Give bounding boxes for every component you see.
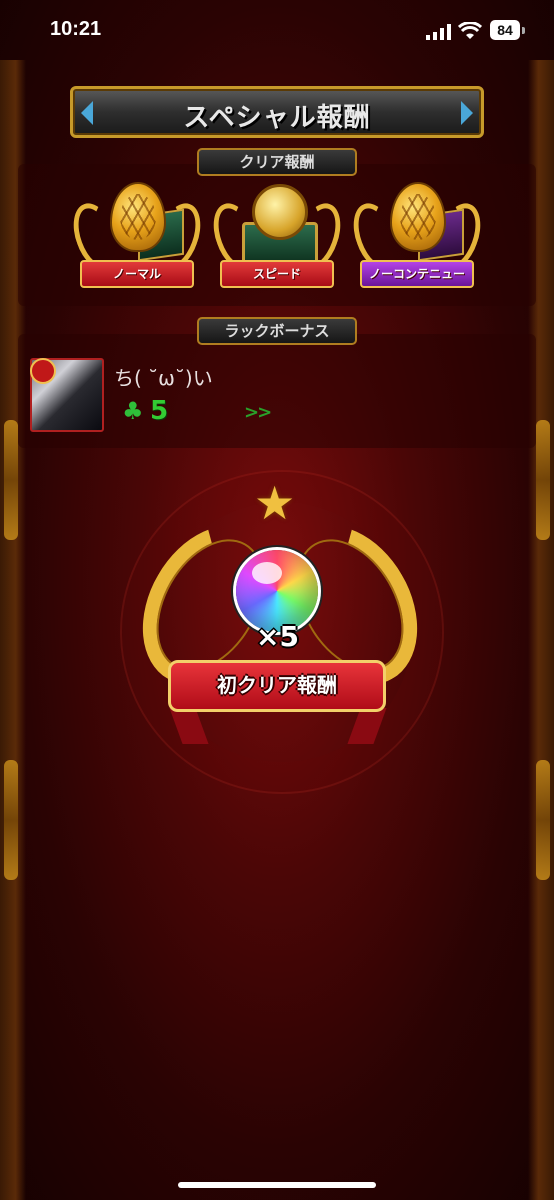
- egg-icon: [390, 182, 446, 252]
- page-title: スペシャル報酬: [183, 103, 371, 133]
- star-icon: ★: [254, 476, 296, 530]
- luck-arrow-icon: >>: [244, 402, 272, 423]
- status-bar: 10:21 84: [0, 0, 554, 60]
- signal-icon: [426, 24, 451, 40]
- ribbon-tail: [347, 708, 387, 744]
- home-indicator[interactable]: [178, 1182, 376, 1188]
- first-clear-label: 初クリア報酬: [168, 660, 386, 712]
- luck-value: 5: [150, 396, 169, 426]
- luck-bonus-label: ラックボーナス: [197, 317, 357, 345]
- reward-multiplier: ×5: [256, 620, 299, 653]
- special-reward-header: スペシャル報酬: [70, 86, 484, 138]
- element-badge-icon: [30, 358, 56, 384]
- reward-speed[interactable]: スピード: [205, 182, 349, 302]
- reward-label: スピード: [220, 260, 334, 288]
- clear-rewards-label: クリア報酬: [197, 148, 357, 176]
- wifi-icon: [458, 22, 482, 39]
- reward-no-continue[interactable]: ノーコンテニュー: [345, 182, 489, 302]
- egg-icon: [110, 182, 166, 252]
- battery-icon: 84: [490, 20, 520, 40]
- header-right-arrow-icon: [461, 101, 473, 125]
- reward-label: ノーマル: [80, 260, 194, 288]
- reward-label: ノーコンテニュー: [360, 260, 474, 288]
- reward-normal[interactable]: ノーマル: [65, 182, 209, 302]
- ribbon-tail: [169, 708, 209, 744]
- battery-tip: [522, 27, 525, 34]
- coin-icon: [252, 184, 308, 240]
- player-avatar[interactable]: [30, 358, 104, 432]
- first-clear-reward[interactable]: ★ ×5 初クリア報酬: [115, 476, 445, 750]
- player-name: ち( ˘ω˘)い: [114, 366, 213, 390]
- clover-icon: ♣: [122, 397, 144, 425]
- status-time: 10:21: [50, 18, 102, 40]
